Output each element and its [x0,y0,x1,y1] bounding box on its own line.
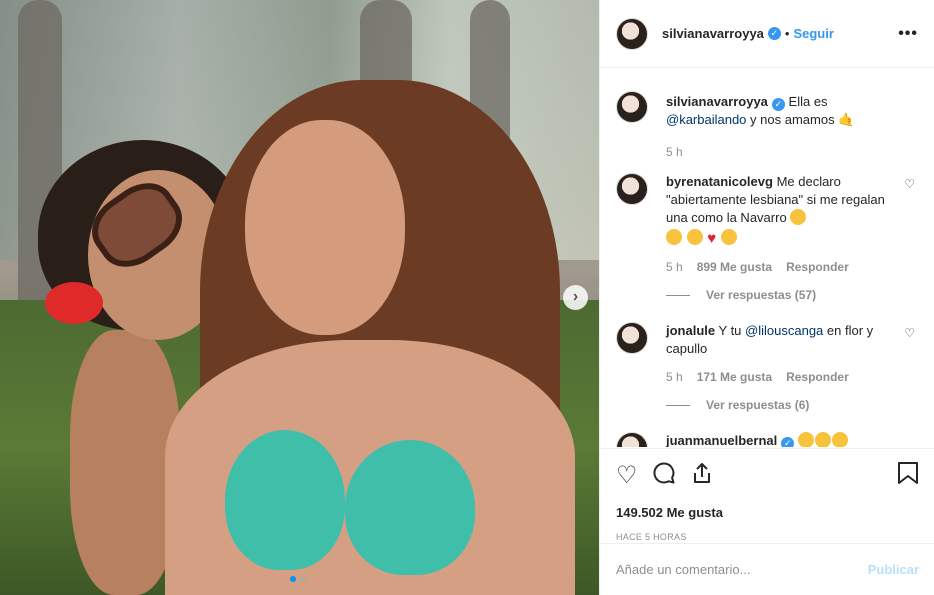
view-replies-label[interactable]: Ver respuestas (6) [706,398,809,412]
red-heart-emoji-icon: ♥ [707,230,717,247]
post-header: silvianavarroyya ✓ • Seguir ••• [600,0,934,68]
commenter-username[interactable]: juanmanuelbernal [666,433,777,447]
emoji-icon [797,432,814,447]
photo-person-left-arm [70,330,180,595]
share-upload-icon[interactable] [690,461,714,491]
photo-red-flower [45,282,103,324]
emoji-icon [831,432,848,447]
comment-text: Ella es [788,94,828,109]
post-comment-button[interactable]: Publicar [868,562,919,577]
like-heart-icon[interactable]: ♡ [616,463,638,489]
follow-button[interactable]: Seguir [793,26,833,41]
post-timestamp[interactable]: HACE 5 HORAS [616,532,919,542]
star-eyes-emoji-icon [720,229,737,245]
emoji-icon [814,432,831,447]
view-replies-label[interactable]: Ver respuestas (57) [706,288,816,302]
commenter-username[interactable]: jonalule [666,323,715,338]
next-photo-button[interactable]: › [563,285,588,310]
separator-dot: • [784,26,790,41]
carousel-dots [290,576,306,582]
comment-text: y nos amamos 🤙 [750,112,855,127]
mention-link[interactable]: @lilouscanga [745,323,823,338]
reply-button[interactable]: Responder [786,368,849,386]
like-comment-heart-icon[interactable]: ♡ [904,177,915,191]
laughing-emoji-icon [686,229,703,245]
likes-count[interactable]: 149.502 Me gusta [616,505,919,520]
more-options-icon[interactable]: ••• [898,25,918,43]
carousel-dot-active [290,576,296,582]
comment-likes[interactable]: 171 Me gusta [697,368,772,386]
author-username[interactable]: silvianavarroyya [662,26,764,41]
replies-line [666,294,690,296]
bookmark-save-icon[interactable] [897,461,919,491]
photo-person-right-face [245,120,405,335]
laughing-emoji-icon [790,209,807,225]
post-photo[interactable]: › [0,0,599,595]
comment-likes[interactable]: 899 Me gusta [697,258,772,276]
commenter-avatar[interactable] [616,432,648,447]
verified-badge-icon: ✓ [781,437,795,447]
laughing-emoji-icon [666,229,682,245]
commenter-avatar[interactable] [616,91,648,123]
verified-badge-icon: ✓ [767,27,781,40]
comment-time[interactable]: 5 h [666,258,683,276]
comment-text: Y tu [718,323,742,338]
comment-item: jonalule Y tu @lilouscanga en flor y cap… [616,322,919,386]
like-comment-heart-icon[interactable]: ♡ [904,326,915,340]
commenter-avatar[interactable] [616,322,648,354]
post-side-panel: silvianavarroyya ✓ • Seguir ••• silviana… [599,0,934,595]
comments-list[interactable]: silvianavarroyya ✓ Ella es @karbailando y… [600,69,934,447]
comment-item: juanmanuelbernal ✓ [616,432,919,447]
photo-bikini [225,430,345,570]
replies-line [666,404,690,406]
commenter-avatar[interactable] [616,173,648,205]
comment-time[interactable]: 5 h [666,143,683,161]
photo-bikini [345,440,475,575]
reply-button[interactable]: Responder [786,258,849,276]
comment-input[interactable] [616,562,868,577]
view-replies[interactable]: Ver respuestas (6) [616,398,919,412]
mention-link[interactable]: @karbailando [666,112,746,127]
commenter-username[interactable]: silvianavarroyya [666,94,768,109]
comment-item: byrenatanicolevg Me declaro "abiertament… [616,173,919,276]
view-replies[interactable]: Ver respuestas (57) [616,288,919,302]
comment-time[interactable]: 5 h [666,368,683,386]
commenter-username[interactable]: byrenatanicolevg [666,174,773,189]
post-actions: ♡ 149.502 Me gusta HACE 5 HORAS [600,448,934,542]
comment-bubble-icon[interactable] [652,461,676,491]
author-avatar[interactable] [616,17,648,50]
carousel-dot [300,576,306,582]
add-comment-bar: Publicar [600,543,934,595]
caption-comment: silvianavarroyya ✓ Ella es @karbailando y… [616,91,919,161]
verified-badge-icon: ✓ [771,98,785,111]
